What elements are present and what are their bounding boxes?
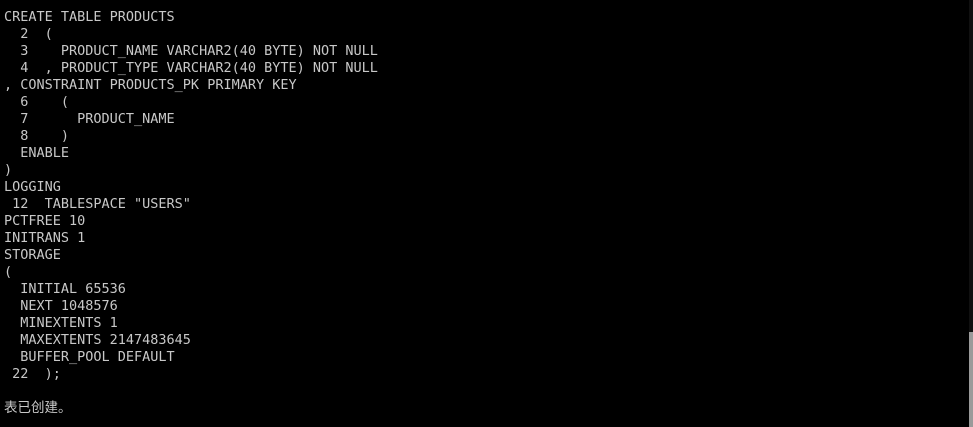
console-line: NEXT 1048576 xyxy=(4,298,118,314)
console-line: LOGGING xyxy=(4,179,61,195)
console-line: ENABLE xyxy=(4,145,70,161)
console-line: 22 ); xyxy=(4,366,61,382)
console-line: PCTFREE 10 xyxy=(4,213,86,229)
console-line: 7 PRODUCT_NAME xyxy=(4,111,175,127)
console-line: 4 , PRODUCT_TYPE VARCHAR2(40 BYTE) NOT N… xyxy=(4,60,378,76)
console-output: CREATE TABLE PRODUCTS 2 ( 3 PRODUCT_NAME… xyxy=(4,9,378,417)
console-line: ( xyxy=(4,264,13,280)
status-message: 表已创建。 xyxy=(4,400,72,416)
scrollbar-thumb[interactable] xyxy=(969,332,973,427)
console-line: STORAGE xyxy=(4,247,61,263)
console-line: 2 ( xyxy=(4,26,53,42)
sqlplus-console-window[interactable]: CREATE TABLE PRODUCTS 2 ( 3 PRODUCT_NAME… xyxy=(0,0,973,427)
console-line: 6 ( xyxy=(4,94,70,110)
console-line: 12 TABLESPACE "USERS" xyxy=(4,196,191,212)
console-line: 3 PRODUCT_NAME VARCHAR2(40 BYTE) NOT NUL… xyxy=(4,43,378,59)
console-line: ) xyxy=(4,162,13,178)
console-line: BUFFER_POOL DEFAULT xyxy=(4,349,175,365)
console-line: INITRANS 1 xyxy=(4,230,86,246)
console-line: INITIAL 65536 xyxy=(4,281,126,297)
console-line: MINEXTENTS 1 xyxy=(4,315,118,331)
console-line: MAXEXTENTS 2147483645 xyxy=(4,332,191,348)
console-line: CREATE TABLE PRODUCTS xyxy=(4,9,175,25)
console-line: 8 ) xyxy=(4,128,70,144)
console-line: , CONSTRAINT PRODUCTS_PK PRIMARY KEY xyxy=(4,77,297,93)
